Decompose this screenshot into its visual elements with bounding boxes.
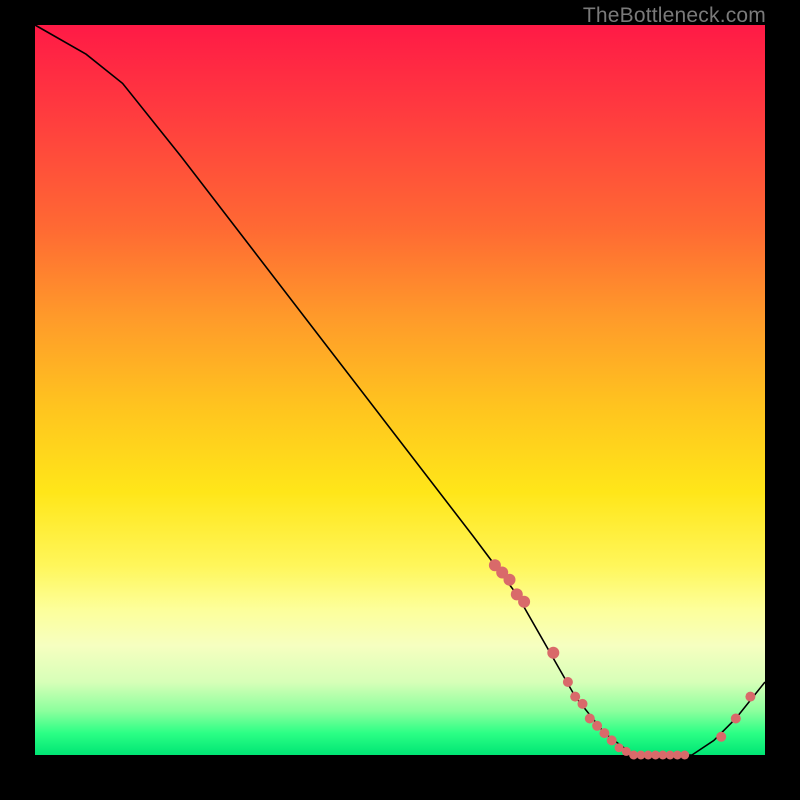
marker-dot [585,714,595,724]
marker-dot [570,692,580,702]
bottleneck-curve [35,25,765,755]
chart-overlay [35,25,765,755]
marker-dot [504,574,516,586]
marker-dot [731,714,741,724]
marker-dot [563,677,573,687]
marker-dot [607,735,617,745]
marker-dot [518,596,530,608]
marker-dot [547,647,559,659]
marker-dot [578,699,588,709]
marker-dot [716,732,726,742]
marker-dot [599,728,609,738]
marker-group [489,559,756,759]
marker-dot [745,692,755,702]
marker-dot [592,721,602,731]
chart-frame: TheBottleneck.com [0,0,800,800]
marker-dot [680,751,689,760]
